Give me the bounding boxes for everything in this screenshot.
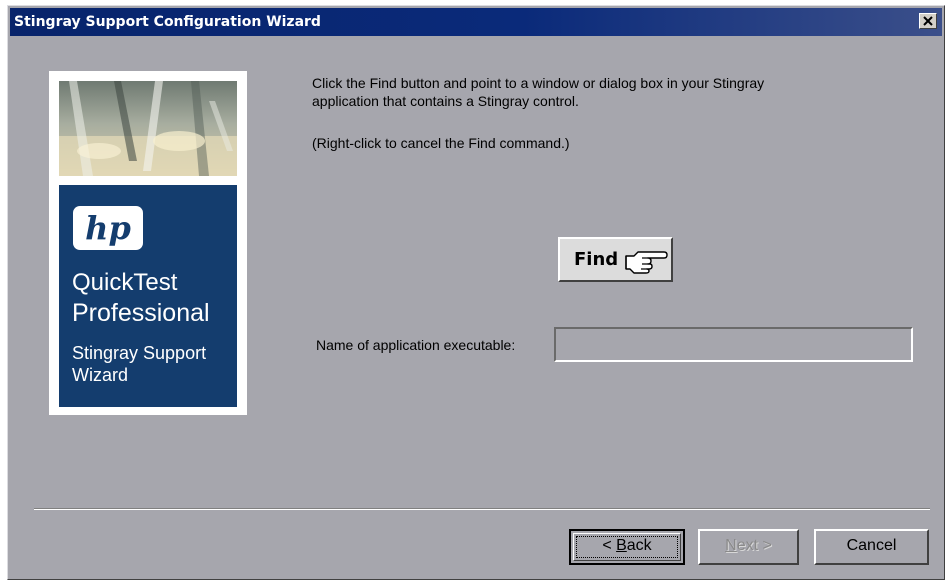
back-button-label: < Back (602, 537, 652, 554)
product-name-line2: Professional (72, 299, 210, 327)
window-title: Stingray Support Configuration Wizard (14, 14, 321, 30)
find-button-label: Find (574, 249, 619, 270)
banner-photo (59, 81, 237, 176)
product-name-line1: QuickTest (72, 269, 178, 296)
pointing-hand-icon (625, 251, 668, 274)
instruction-hint: (Right-click to cancel the Find command.… (312, 135, 570, 151)
button-separator (34, 508, 930, 510)
instruction-line-1: Click the Find button and point to a win… (312, 75, 765, 91)
wizard-side-banner: hp QuickTest Professional Stingray Suppo… (49, 71, 247, 415)
wizard-name-line1: Stingray Support (72, 343, 207, 363)
close-icon (923, 16, 933, 26)
next-button-label: Next > (725, 537, 772, 554)
hp-logo: hp (73, 206, 143, 250)
wizard-name-line2: Wizard (72, 365, 129, 385)
close-button[interactable] (919, 13, 937, 29)
product-brand-box: hp QuickTest Professional Stingray Suppo… (59, 185, 237, 407)
title-bar[interactable]: Stingray Support Configuration Wizard (10, 8, 942, 36)
next-button[interactable]: Next > (698, 529, 799, 565)
exe-name-label: Name of application executable: (316, 337, 516, 353)
instruction-line-2: application that contains a Stingray con… (312, 93, 579, 109)
cancel-button-label: Cancel (846, 537, 897, 554)
lab-glassware-image (59, 81, 237, 176)
find-button[interactable]: Find (558, 237, 673, 282)
exe-name-input[interactable] (554, 327, 913, 362)
back-button[interactable]: < Back (569, 529, 685, 565)
wizard-window: Stingray Support Configuration Wizard hp… (7, 5, 945, 580)
cancel-button[interactable]: Cancel (814, 529, 929, 565)
